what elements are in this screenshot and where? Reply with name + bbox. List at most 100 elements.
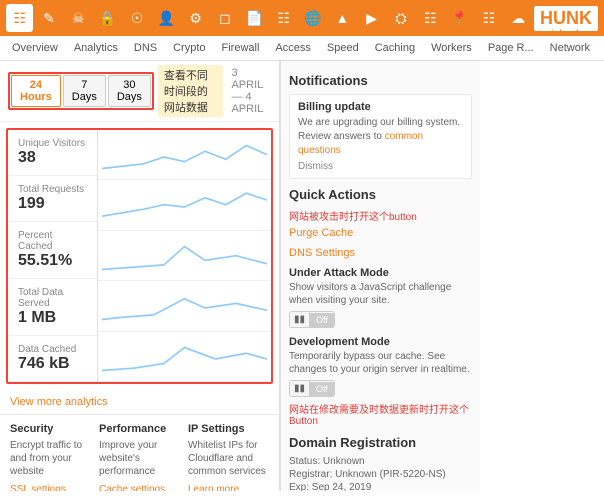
under-attack-label: Under Attack Mode xyxy=(289,267,472,279)
nav-icon-caching[interactable]: ◻ xyxy=(211,4,238,32)
nav-icon-access[interactable]: 👤 xyxy=(153,4,180,32)
notification-billing-text: We are upgrading our billing system. Rev… xyxy=(298,116,463,158)
stats-list: Unique Visitors 38 Total Requests 199 Pe… xyxy=(8,130,98,382)
tab-network[interactable]: Network xyxy=(542,36,598,60)
nav-icon-more[interactable]: ☷ xyxy=(475,4,502,32)
action-under-attack: Under Attack Mode Show visitors a JavaSc… xyxy=(289,267,472,328)
chart-cached xyxy=(98,231,271,281)
nav-icon-custom[interactable]: ⛭ xyxy=(387,4,414,32)
tab-pagerules[interactable]: Page R... xyxy=(480,36,542,60)
security-card: Security Encrypt traffic to and from you… xyxy=(10,423,91,491)
domain-registrar: Registrar: Unknown (PIR-5220-NS) xyxy=(289,469,472,480)
nav-icon-crypto[interactable]: 🔒 xyxy=(94,4,121,32)
stat-percent-cached: Percent Cached 55.51% xyxy=(8,222,97,279)
security-title: Security xyxy=(10,423,91,435)
tab-bar: Overview Analytics DNS Crypto Firewall A… xyxy=(0,36,604,61)
nav-icon-filter[interactable]: ☷ xyxy=(417,4,444,32)
time-annotation: 查看不同时间段的网站数据 xyxy=(158,65,224,117)
domain-title: Domain Registration xyxy=(289,435,472,450)
tab-workers[interactable]: Workers xyxy=(423,36,480,60)
tab-crypto[interactable]: Crypto xyxy=(165,36,213,60)
stat-unique-visitors: Unique Visitors 38 xyxy=(8,130,97,176)
under-attack-desc: Show visitors a JavaScript challenge whe… xyxy=(289,281,472,307)
tab-access[interactable]: Access xyxy=(267,36,318,60)
dismiss-link[interactable]: Dismiss xyxy=(298,161,463,172)
nav-icon-location[interactable]: 📍 xyxy=(446,4,473,32)
tab-dns[interactable]: DNS xyxy=(126,36,165,60)
stat-data-cached-label: Data Cached xyxy=(18,344,87,355)
nav-icon-stream[interactable]: ▶ xyxy=(358,4,385,32)
ip-settings-line1: Whitelist IPs for Cloudflare and common … xyxy=(188,439,269,478)
performance-line1: Improve your website's performance xyxy=(99,439,180,478)
performance-title: Performance xyxy=(99,423,180,435)
time-controls-section: 24 Hours 7 Days 30 Days 查看不同时间段的网站数据 3 A… xyxy=(0,61,279,122)
brand-logo: HUNK xyxy=(534,6,598,31)
time-btn-24h[interactable]: 24 Hours xyxy=(11,75,61,107)
stats-container: Unique Visitors 38 Total Requests 199 Pe… xyxy=(6,128,273,384)
notification-billing: Billing update We are upgrading our bill… xyxy=(289,94,472,179)
nav-icon-analytics[interactable]: ✎ xyxy=(35,4,62,32)
dns-settings-link[interactable]: DNS Settings xyxy=(289,247,472,259)
stat-total-requests: Total Requests 199 xyxy=(8,176,97,222)
tab-overview[interactable]: Overview xyxy=(4,36,66,60)
under-attack-off-label: Off xyxy=(310,313,334,327)
nav-icon-workers[interactable]: 📄 xyxy=(241,4,268,32)
quick-actions-title: Quick Actions xyxy=(289,187,472,202)
stat-data-served-label: Total Data Served xyxy=(18,287,87,309)
purge-cache-link[interactable]: Purge Cache xyxy=(289,227,472,239)
top-nav: ☷ ✎ ☠ 🔒 ☉ 👤 ⚙ ◻ 📄 ☷ 🌐 ▲ ▶ ⛭ ☷ 📍 ☷ ☁ HUNK… xyxy=(0,0,604,36)
date-range: 3 APRIL — 4 APRIL xyxy=(231,67,271,115)
stat-total-requests-value: 199 xyxy=(18,195,87,213)
tab-speed[interactable]: Speed xyxy=(319,36,367,60)
stat-unique-visitors-value: 38 xyxy=(18,149,87,167)
nav-icon-speed[interactable]: ⚙ xyxy=(182,4,209,32)
bottom-section: Security Encrypt traffic to and from you… xyxy=(0,414,279,491)
notifications-title: Notifications xyxy=(289,73,472,88)
tab-analytics[interactable]: Analytics xyxy=(66,36,126,60)
performance-card: Performance Improve your website's perfo… xyxy=(99,423,180,491)
dev-mode-toggle[interactable]: ▮▮ Off xyxy=(289,380,335,397)
dev-mode-annotation: 网站在修改需要及时数据更新时打开这个Button xyxy=(289,401,472,427)
nav-icon-network[interactable]: 🌐 xyxy=(299,4,326,32)
nav-icon-overview[interactable]: ☷ xyxy=(6,4,33,32)
nav-icon-dns[interactable]: ☠ xyxy=(65,4,92,32)
dev-mode-label: Development Mode xyxy=(289,336,472,348)
nav-icon-page-rules[interactable]: ☷ xyxy=(270,4,297,32)
chart-bandwidth xyxy=(98,281,271,331)
chart-data-cached xyxy=(98,332,271,382)
stat-data-cached: Data Cached 746 kB xyxy=(8,336,97,382)
stat-percent-cached-value: 55.51% xyxy=(18,252,87,270)
nav-icon-firewall[interactable]: ☉ xyxy=(123,4,150,32)
chart-visitors xyxy=(98,130,271,180)
tab-traffic[interactable]: Traffic xyxy=(598,36,604,60)
under-attack-toggle-row: ▮▮ Off xyxy=(289,311,472,328)
right-panel: Notifications Billing update We are upgr… xyxy=(280,61,480,491)
domain-section: Domain Registration Status: Unknown Regi… xyxy=(289,435,472,491)
nav-icon-traffic[interactable]: ▲ xyxy=(329,4,356,32)
performance-link1[interactable]: Cache settings xyxy=(99,484,165,491)
dev-mode-pause-icon: ▮▮ xyxy=(290,381,310,396)
domain-status: Status: Unknown xyxy=(289,456,472,467)
ip-settings-link1[interactable]: Learn more xyxy=(188,484,239,491)
dev-mode-desc: Temporarily bypass our cache. See change… xyxy=(289,350,472,376)
main-content: 24 Hours 7 Days 30 Days 查看不同时间段的网站数据 3 A… xyxy=(0,61,604,491)
stat-data-cached-value: 746 kB xyxy=(18,355,87,373)
security-link1[interactable]: SSL settings xyxy=(10,484,66,491)
ip-settings-title: IP Settings xyxy=(188,423,269,435)
stat-percent-cached-label: Percent Cached xyxy=(18,230,87,252)
dev-mode-toggle-row: ▮▮ Off xyxy=(289,380,472,397)
quick-actions-section: Quick Actions 网站被攻击时打开这个button Purge Cac… xyxy=(289,187,472,427)
under-attack-toggle[interactable]: ▮▮ Off xyxy=(289,311,335,328)
time-btn-7d[interactable]: 7 Days xyxy=(63,75,106,107)
dev-mode-off-label: Off xyxy=(310,382,334,396)
watermark: www.inhunk.com xyxy=(528,28,602,38)
stat-data-served-value: 1 MB xyxy=(18,309,87,327)
view-analytics-link[interactable]: View more analytics xyxy=(0,390,279,414)
tab-firewall[interactable]: Firewall xyxy=(214,36,268,60)
under-attack-pause-icon: ▮▮ xyxy=(290,312,310,327)
stat-unique-visitors-label: Unique Visitors xyxy=(18,138,87,149)
time-btn-30d[interactable]: 30 Days xyxy=(108,75,151,107)
stat-total-requests-label: Total Requests xyxy=(18,184,87,195)
tab-caching[interactable]: Caching xyxy=(367,36,423,60)
ip-settings-card: IP Settings Whitelist IPs for Cloudflare… xyxy=(188,423,269,491)
